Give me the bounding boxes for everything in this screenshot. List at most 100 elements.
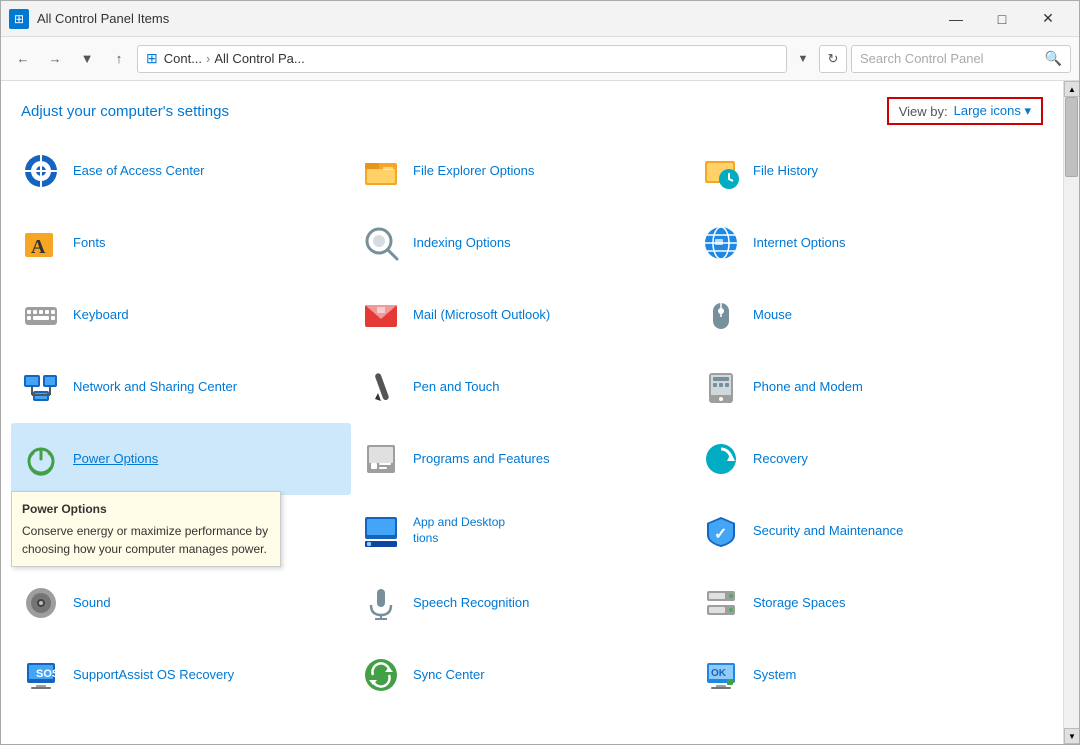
address-path1: Cont... bbox=[164, 51, 202, 66]
item-taskbar-label: App and Desktoptions bbox=[413, 515, 505, 546]
recovery-icon bbox=[701, 439, 741, 479]
svg-text:OK: OK bbox=[711, 668, 727, 679]
indexing-icon bbox=[361, 223, 401, 263]
svg-text:SOS: SOS bbox=[36, 668, 59, 680]
item-sound[interactable]: Sound bbox=[11, 567, 351, 639]
item-power-options[interactable]: Power Options Power Options Conserve ene… bbox=[11, 423, 351, 495]
item-file-explorer-label: File Explorer Options bbox=[413, 163, 534, 180]
scrollbar-track[interactable] bbox=[1064, 97, 1079, 728]
items-grid: Ease of Access Center File Explorer Opti… bbox=[1, 135, 1063, 744]
item-sound-label: Sound bbox=[73, 595, 111, 612]
ease-icon bbox=[21, 151, 61, 191]
item-keyboard-label: Keyboard bbox=[73, 307, 129, 324]
item-storage[interactable]: Storage Spaces bbox=[691, 567, 1031, 639]
keyboard-icon bbox=[21, 295, 61, 335]
internet-icon bbox=[701, 223, 741, 263]
refresh-button[interactable]: ↻ bbox=[819, 45, 847, 73]
mouse-icon bbox=[701, 295, 741, 335]
item-pen-touch-label: Pen and Touch bbox=[413, 379, 500, 396]
item-internet-label: Internet Options bbox=[753, 235, 846, 252]
programs-icon bbox=[361, 439, 401, 479]
viewby-value[interactable]: Large icons ▾ bbox=[954, 103, 1031, 119]
search-icon: 🔍 bbox=[1045, 50, 1062, 67]
mail-icon bbox=[361, 295, 401, 335]
network-icon bbox=[21, 367, 61, 407]
minimize-button[interactable]: — bbox=[933, 3, 979, 35]
window-title: All Control Panel Items bbox=[37, 11, 933, 26]
scrollbar-thumb[interactable] bbox=[1065, 97, 1078, 177]
item-system[interactable]: OK System bbox=[691, 639, 1031, 711]
item-security-label: Security and Maintenance bbox=[753, 523, 903, 540]
item-network[interactable]: Network and Sharing Center bbox=[11, 351, 351, 423]
tooltip-description: Conserve energy or maximize performance … bbox=[22, 522, 270, 558]
address-bar[interactable]: ⊞ Cont... › All Control Pa... bbox=[137, 45, 787, 73]
titlebar: ⊞ All Control Panel Items — □ ✕ bbox=[1, 1, 1079, 37]
file-history-icon bbox=[701, 151, 741, 191]
item-recovery-label: Recovery bbox=[753, 451, 808, 468]
item-storage-label: Storage Spaces bbox=[753, 595, 846, 612]
page-title: Adjust your computer's settings bbox=[21, 103, 229, 120]
system-icon: OK bbox=[701, 655, 741, 695]
item-file-history[interactable]: File History bbox=[691, 135, 1031, 207]
speech-icon bbox=[361, 583, 401, 623]
item-pen-touch[interactable]: Pen and Touch bbox=[351, 351, 691, 423]
item-indexing[interactable]: Indexing Options bbox=[351, 207, 691, 279]
close-button[interactable]: ✕ bbox=[1025, 3, 1071, 35]
item-sync[interactable]: Sync Center bbox=[351, 639, 691, 711]
item-network-label: Network and Sharing Center bbox=[73, 379, 237, 396]
search-placeholder: Search Control Panel bbox=[860, 51, 984, 66]
item-mouse[interactable]: Mouse bbox=[691, 279, 1031, 351]
item-indexing-label: Indexing Options bbox=[413, 235, 511, 252]
view-by-control[interactable]: View by: Large icons ▾ bbox=[887, 97, 1043, 125]
item-power-label: Power Options bbox=[73, 451, 158, 468]
scrollbar[interactable]: ▲ ▼ bbox=[1063, 81, 1079, 744]
item-system-label: System bbox=[753, 667, 796, 684]
maximize-button[interactable]: □ bbox=[979, 3, 1025, 35]
item-keyboard[interactable]: Keyboard bbox=[11, 279, 351, 351]
security-icon: ✓ bbox=[701, 511, 741, 551]
sync-icon bbox=[361, 655, 401, 695]
supportassist-icon: SOS bbox=[21, 655, 61, 695]
item-file-explorer[interactable]: File Explorer Options bbox=[351, 135, 691, 207]
item-taskbar[interactable]: App and Desktoptions bbox=[351, 495, 691, 567]
svg-text:A: A bbox=[31, 236, 46, 258]
pen-touch-icon bbox=[361, 367, 401, 407]
item-mouse-label: Mouse bbox=[753, 307, 792, 324]
up-button[interactable]: ↑ bbox=[105, 45, 133, 73]
storage-icon bbox=[701, 583, 741, 623]
item-file-history-label: File History bbox=[753, 163, 818, 180]
item-internet[interactable]: Internet Options bbox=[691, 207, 1031, 279]
item-mail-label: Mail (Microsoft Outlook) bbox=[413, 307, 550, 324]
taskbar-icon bbox=[361, 511, 401, 551]
item-programs-label: Programs and Features bbox=[413, 451, 550, 468]
window: ⊞ All Control Panel Items — □ ✕ ← → ▼ ↑ … bbox=[0, 0, 1080, 745]
item-security[interactable]: ✓ Security and Maintenance bbox=[691, 495, 1031, 567]
item-fonts[interactable]: A Fonts bbox=[11, 207, 351, 279]
forward-button[interactable]: → bbox=[41, 45, 69, 73]
item-supportassist[interactable]: SOS SupportAssist OS Recovery bbox=[11, 639, 351, 711]
item-supportassist-label: SupportAssist OS Recovery bbox=[73, 667, 234, 684]
panel-header: Adjust your computer's settings View by:… bbox=[1, 81, 1063, 135]
address-dropdown-button[interactable]: ▼ bbox=[791, 45, 815, 73]
svg-text:✓: ✓ bbox=[714, 526, 727, 543]
item-mail[interactable]: Mail (Microsoft Outlook) bbox=[351, 279, 691, 351]
recent-locations-button[interactable]: ▼ bbox=[73, 45, 101, 73]
item-speech[interactable]: Speech Recognition bbox=[351, 567, 691, 639]
item-programs-features[interactable]: Programs and Features bbox=[351, 423, 691, 495]
scroll-up-button[interactable]: ▲ bbox=[1064, 81, 1079, 97]
addressbar: ← → ▼ ↑ ⊞ Cont... › All Control Pa... ▼ … bbox=[1, 37, 1079, 81]
item-ease-of-access[interactable]: Ease of Access Center bbox=[11, 135, 351, 207]
viewby-label: View by: bbox=[899, 104, 948, 119]
phone-modem-icon bbox=[701, 367, 741, 407]
item-recovery[interactable]: Recovery bbox=[691, 423, 1031, 495]
sound-icon bbox=[21, 583, 61, 623]
fonts-icon: A bbox=[21, 223, 61, 263]
scroll-down-button[interactable]: ▼ bbox=[1064, 728, 1079, 744]
item-phone-modem[interactable]: Phone and Modem bbox=[691, 351, 1031, 423]
item-fonts-label: Fonts bbox=[73, 235, 106, 252]
back-button[interactable]: ← bbox=[9, 45, 37, 73]
file-explorer-icon bbox=[361, 151, 401, 191]
search-input[interactable]: Search Control Panel 🔍 bbox=[851, 45, 1071, 73]
items-panel: Adjust your computer's settings View by:… bbox=[1, 81, 1063, 744]
tooltip-title: Power Options bbox=[22, 500, 270, 518]
